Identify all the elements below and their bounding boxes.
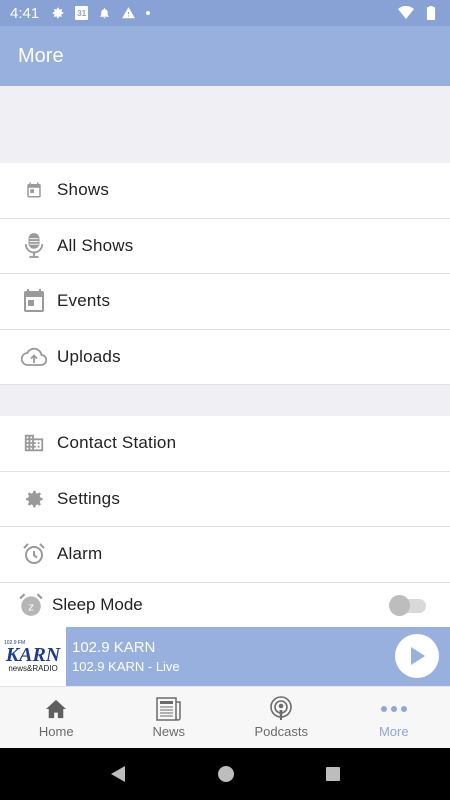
app-bar: More — [0, 26, 450, 86]
bell-icon — [100, 8, 110, 19]
system-nav-bar — [0, 748, 450, 800]
warning-icon — [122, 7, 136, 19]
home-circle-icon[interactable] — [217, 765, 235, 783]
menu-item-label: Contact Station — [57, 433, 177, 453]
status-time: 4:41 — [10, 4, 40, 22]
player-subtitle: 102.9 KARN - Live — [72, 659, 180, 674]
tab-label: Home — [38, 724, 74, 739]
tab-news[interactable]: News — [113, 687, 226, 748]
menu-item-label: Sleep Mode — [52, 595, 143, 614]
back-icon[interactable] — [109, 765, 127, 783]
menu-item-label: Alarm — [57, 544, 103, 564]
mini-player[interactable]: 102.9 FM KARN news&RADIO 102.9 KARN 102.… — [0, 627, 450, 686]
calendar-icon: 31 — [75, 6, 89, 20]
player-station: 102.9 KARN — [72, 639, 156, 656]
status-bar: 4:41 31 — [0, 0, 450, 26]
cloud-upload-icon — [0, 347, 57, 367]
tab-label: More — [378, 724, 409, 739]
menu-item-label: Shows — [57, 180, 110, 200]
menu-item-events[interactable]: Events — [0, 274, 450, 330]
menu-item-shows[interactable]: Shows — [0, 163, 450, 219]
tab-podcasts[interactable]: Podcasts — [225, 687, 338, 748]
menu-item-contact-station[interactable]: Contact Station — [0, 416, 450, 472]
bottom-tab-bar: Home News Podcasts More — [0, 686, 450, 748]
menu-item-all-shows[interactable]: All Shows — [0, 219, 450, 274]
sleep-mode-toggle[interactable] — [389, 595, 426, 616]
station-logo: 102.9 FM KARN news&RADIO — [0, 627, 66, 686]
section-spacer — [0, 86, 450, 163]
more-dots-icon — [380, 696, 408, 722]
gear-icon — [0, 488, 57, 510]
battery-icon — [426, 6, 436, 20]
dot-icon — [146, 11, 151, 15]
menu-item-uploads[interactable]: Uploads — [0, 330, 450, 385]
calendar-icon — [0, 288, 57, 314]
toggle-knob — [389, 595, 410, 616]
gear-icon — [52, 7, 64, 19]
svg-text:z: z — [28, 600, 34, 613]
microphone-icon — [0, 232, 57, 260]
home-icon — [45, 696, 67, 722]
tab-more[interactable]: More — [338, 687, 450, 748]
calendar-small-icon — [0, 181, 57, 199]
wifi-icon — [398, 6, 414, 19]
menu-item-settings[interactable]: Settings — [0, 472, 450, 527]
recents-icon[interactable] — [325, 766, 341, 782]
menu-item-label: Events — [57, 291, 111, 311]
building-icon — [0, 432, 57, 454]
menu-group-content: Shows All Shows Events Uploads — [0, 163, 450, 385]
tab-home[interactable]: Home — [0, 687, 113, 748]
tab-label: News — [152, 724, 185, 739]
play-icon — [411, 647, 425, 665]
play-button[interactable] — [395, 634, 439, 678]
menu-item-sleep-mode[interactable]: z Sleep Mode — [0, 583, 450, 627]
sleep-clock-icon: z — [0, 592, 52, 618]
menu-item-label: All Shows — [57, 235, 134, 255]
page-title: More — [18, 44, 64, 67]
menu-item-label: Settings — [57, 488, 121, 508]
menu-group-app: Contact Station Settings Alarm — [0, 416, 450, 583]
newspaper-icon — [156, 696, 182, 722]
alarm-clock-icon — [0, 542, 57, 566]
menu-item-label: Uploads — [57, 346, 121, 366]
player-meta: 102.9 KARN 102.9 KARN - Live — [66, 639, 180, 674]
podcast-icon — [269, 696, 293, 722]
tab-label: Podcasts — [254, 724, 308, 739]
menu-item-alarm[interactable]: Alarm — [0, 527, 450, 583]
